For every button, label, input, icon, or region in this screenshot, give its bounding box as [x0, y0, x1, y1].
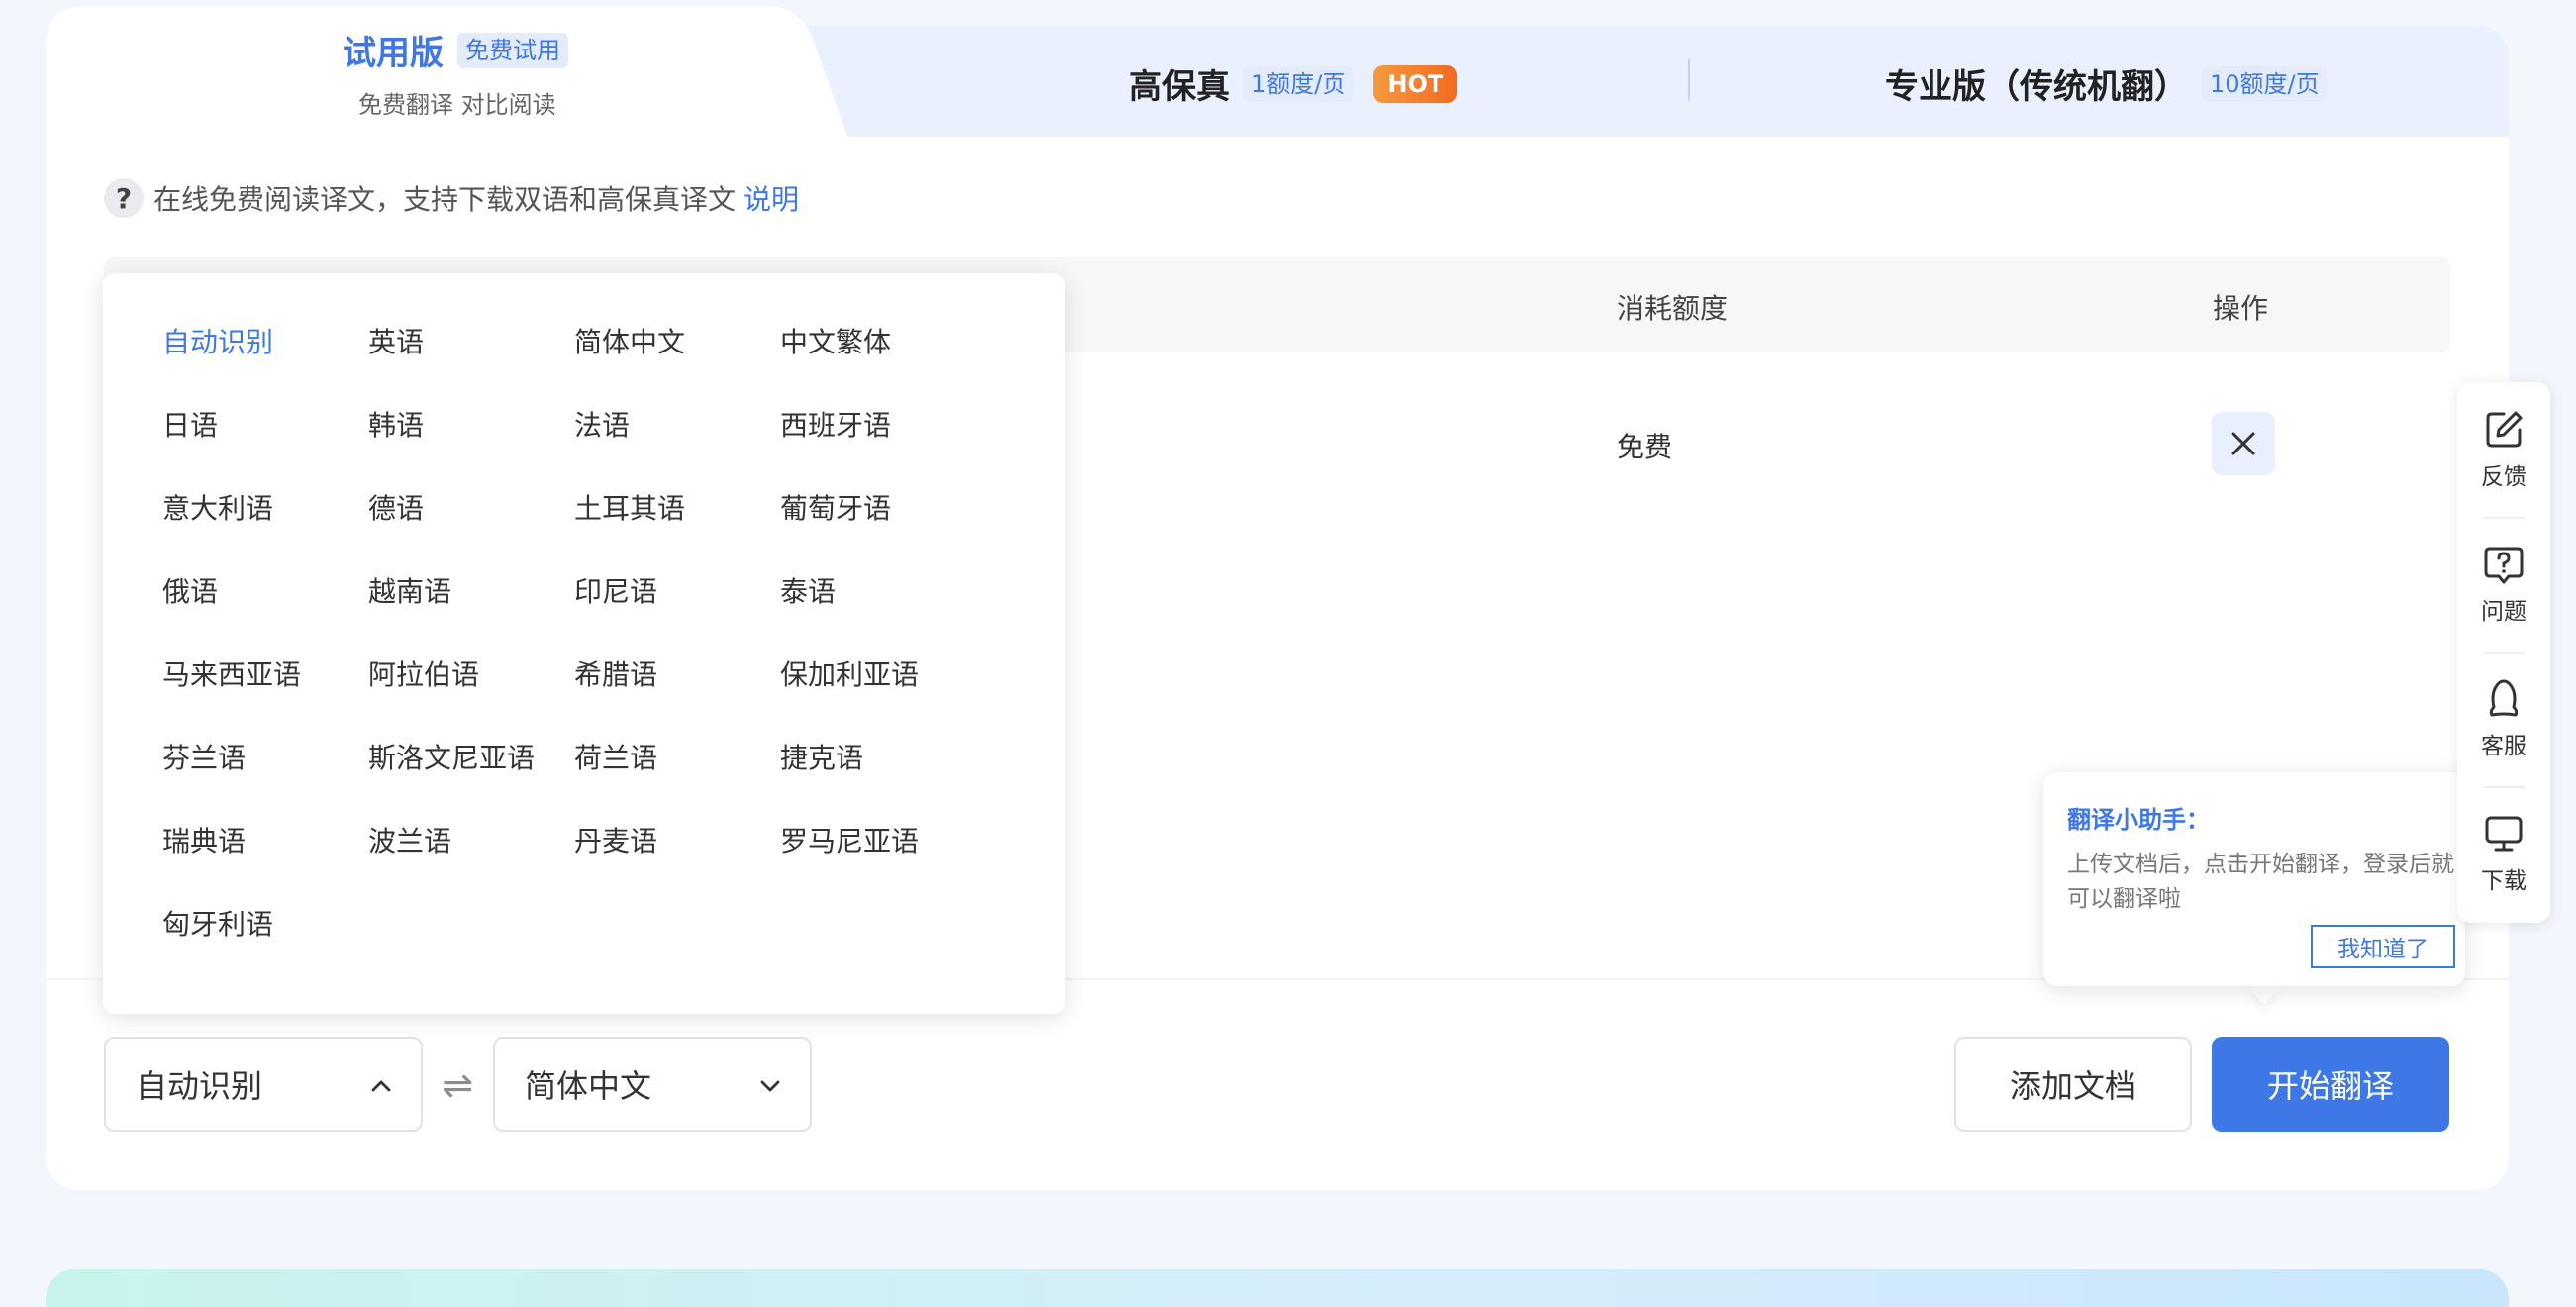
language-option[interactable]: 印尼语	[574, 572, 780, 655]
language-option[interactable]: 荷兰语	[574, 739, 780, 822]
side-download[interactable]: 下载	[2457, 812, 2550, 921]
language-list: 自动识别 英语 简体中文 中文繁体日语 韩语 法语 西班牙语意大利语 德语 土耳其语 葡萄牙语俄语…	[162, 323, 986, 988]
language-option[interactable]: 匈牙利语	[162, 905, 368, 988]
side-divider	[2483, 652, 2525, 654]
language-option[interactable]: 泰语	[780, 572, 986, 655]
language-option[interactable]: 日语	[162, 406, 368, 489]
language-option[interactable]: 土耳其语	[574, 489, 780, 572]
language-option[interactable]: 西班牙语	[780, 406, 986, 489]
target-language-value: 简体中文	[525, 1067, 652, 1105]
info-explain-link[interactable]: 说明	[743, 178, 799, 218]
language-option[interactable]: 希腊语	[574, 655, 780, 739]
side-service-label: 客服	[2481, 734, 2526, 759]
language-option[interactable]: 罗马尼亚语	[780, 822, 986, 905]
language-option[interactable]: 捷克语	[780, 739, 986, 822]
table-header-cost: 消耗额度	[1617, 292, 1729, 325]
language-option[interactable]: 中文繁体	[780, 323, 986, 406]
language-option[interactable]: 英语	[368, 323, 574, 406]
language-option[interactable]: 保加利亚语	[780, 655, 986, 739]
language-option[interactable]: 斯洛文尼亚语	[368, 739, 574, 822]
source-language-select[interactable]: 自动识别	[104, 1037, 423, 1132]
tab-trial-badge: 免费试用	[457, 32, 568, 68]
side-service[interactable]: 客服	[2457, 677, 2550, 786]
language-option[interactable]: 法语	[574, 406, 780, 489]
language-option[interactable]: 德语	[368, 489, 574, 572]
tab-divider	[1688, 59, 1690, 101]
info-text: 在线免费阅读译文，支持下载双语和高保真译文	[153, 183, 737, 216]
tab-pro-title: 专业版（传统机翻）	[1885, 67, 2188, 107]
target-language-select[interactable]: 简体中文	[493, 1037, 812, 1132]
edit-icon	[2486, 411, 2523, 448]
side-toolbar: 反馈 问题 客服 下载	[2457, 382, 2550, 923]
tab-pro[interactable]: 专业版（传统机翻） 10额度/页	[1885, 59, 2328, 108]
close-icon	[2231, 432, 2255, 455]
side-divider	[2483, 517, 2525, 519]
question-icon: ?	[104, 178, 144, 218]
tab-trial[interactable]: 试用版 免费试用 免费翻译 对比阅读	[343, 26, 640, 119]
side-question-label: 问题	[2481, 599, 2526, 625]
side-question[interactable]: 问题	[2457, 543, 2550, 652]
row-cost: 免费	[1617, 431, 1673, 463]
language-option[interactable]: 简体中文	[574, 323, 780, 406]
tab-high-fidelity-badge: 1额度/页	[1243, 65, 1354, 102]
side-divider	[2483, 786, 2525, 788]
language-option[interactable]: 韩语	[368, 406, 574, 489]
source-language-value: 自动识别	[136, 1067, 263, 1105]
language-option[interactable]: 越南语	[368, 572, 574, 655]
helper-body: 上传文档后，点击开始翻译，登录后就可以翻译啦	[2067, 852, 2454, 912]
helper-dismiss-button[interactable]: 我知道了	[2311, 925, 2455, 968]
tab-trial-subtitle: 免费翻译 对比阅读	[358, 91, 556, 119]
swap-language-button[interactable]: ⇌	[436, 1063, 479, 1107]
language-option[interactable]: 芬兰语	[162, 739, 368, 822]
tab-high-fidelity[interactable]: 高保真 1额度/页 HOT	[1129, 59, 1458, 108]
table-header-action: 操作	[2213, 292, 2269, 325]
info-row: ? 在线免费阅读译文，支持下载双语和高保真译文 说明	[104, 176, 799, 220]
language-option[interactable]: 阿拉伯语	[368, 655, 574, 739]
helper-title: 翻译小助手：	[2067, 806, 2210, 834]
remove-file-button[interactable]	[2212, 412, 2275, 475]
language-option[interactable]: 瑞典语	[162, 822, 368, 905]
start-translate-button[interactable]: 开始翻译	[2212, 1037, 2449, 1132]
side-feedback[interactable]: 反馈	[2457, 408, 2550, 517]
promo-banner	[46, 1269, 2509, 1307]
language-option[interactable]: 马来西亚语	[162, 655, 368, 739]
chevron-down-icon	[760, 1080, 780, 1092]
tab-trial-title: 试用版	[343, 34, 444, 73]
language-option[interactable]: 俄语	[162, 572, 368, 655]
language-option[interactable]: 意大利语	[162, 489, 368, 572]
chevron-up-icon	[371, 1080, 391, 1092]
helper-tooltip: 翻译小助手： 上传文档后，点击开始翻译，登录后就可以翻译啦 我知道了	[2043, 772, 2465, 986]
side-download-label: 下载	[2481, 868, 2526, 894]
language-option[interactable]: 丹麦语	[574, 822, 780, 905]
side-feedback-label: 反馈	[2481, 464, 2526, 490]
service-icon	[2489, 679, 2519, 717]
tab-pro-badge: 10额度/页	[2202, 65, 2328, 102]
hot-badge: HOT	[1373, 64, 1458, 103]
language-dropdown: 自动识别 英语 简体中文 中文繁体日语 韩语 法语 西班牙语意大利语 德语 土耳其语 葡萄牙语俄语…	[103, 273, 1065, 1014]
monitor-icon	[2485, 816, 2523, 852]
language-option[interactable]: 自动识别	[162, 323, 368, 406]
language-option[interactable]: 葡萄牙语	[780, 489, 986, 572]
language-option[interactable]: 波兰语	[368, 822, 574, 905]
tab-high-fidelity-title: 高保真	[1129, 67, 1230, 107]
question-chat-icon	[2484, 547, 2524, 584]
add-document-button[interactable]: 添加文档	[1954, 1037, 2192, 1132]
